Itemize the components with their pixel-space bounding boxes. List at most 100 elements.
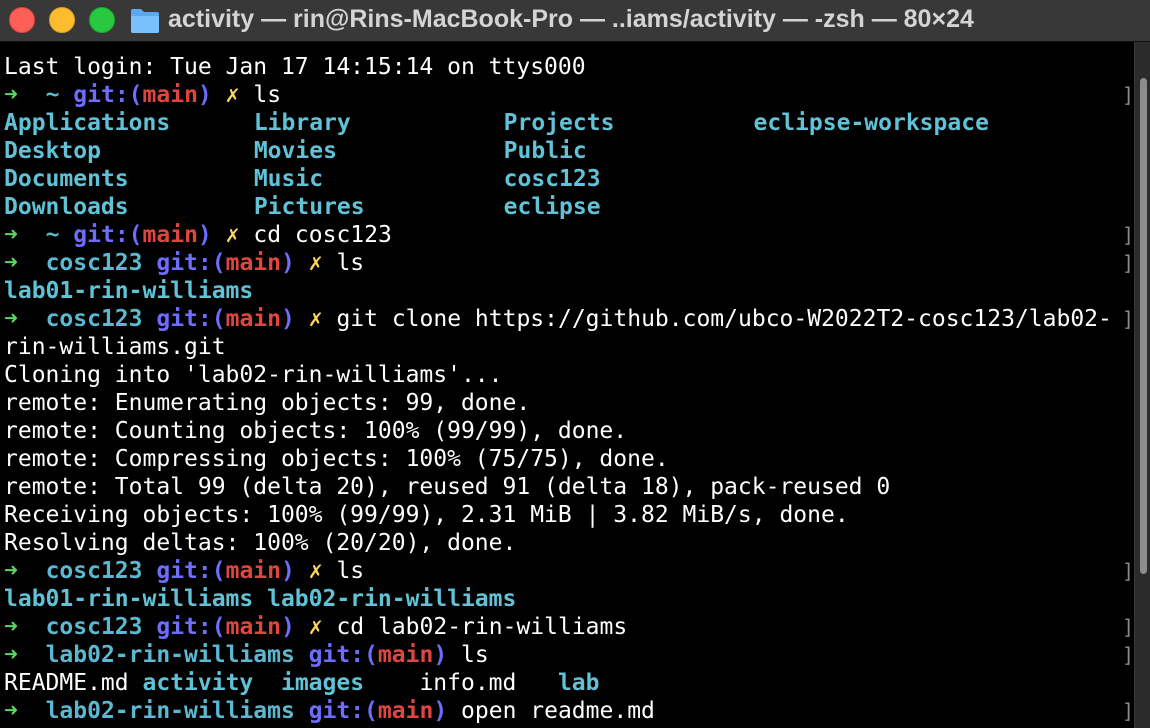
- line-marker: ]: [1122, 615, 1134, 639]
- git-branch: main: [225, 614, 281, 640]
- terminal-line: ➜ cosc123 git:(main) ✗ ls: [4, 557, 364, 585]
- listing-item: Public: [503, 138, 587, 164]
- command-text: cd cosc123: [253, 222, 392, 248]
- command-text: git clone https://github.com/ubco-W2022T…: [336, 306, 1112, 332]
- prompt-arrow-icon: ➜: [4, 614, 18, 640]
- prompt-directory: cosc123: [45, 558, 143, 584]
- terminal-line: lab01-rin-williams lab02-rin-williams: [4, 585, 516, 613]
- prompt-arrow-icon: ➜: [4, 306, 18, 332]
- prompt-arrow-icon: ➜: [4, 558, 18, 584]
- git-label: git:(: [156, 614, 226, 640]
- output-text: Cloning into 'lab02-rin-williams'...: [4, 362, 503, 388]
- listing-item: Applications: [4, 110, 171, 136]
- prompt-directory: ~: [45, 222, 60, 248]
- git-label: git:(: [308, 642, 378, 668]
- prompt-arrow-icon: ➜: [4, 250, 18, 276]
- git-branch: main: [225, 558, 281, 584]
- listing-item: Library: [253, 110, 351, 136]
- terminal-line: ➜ cosc123 git:(main) ✗ ls: [4, 249, 364, 277]
- git-branch: main: [142, 82, 198, 108]
- git-label-end: ): [197, 82, 212, 108]
- scrollbar-thumb[interactable]: [1140, 78, 1147, 574]
- listing-item: Documents: [4, 166, 129, 192]
- listing-item: Projects: [503, 110, 615, 136]
- terminal-line: Cloning into 'lab02-rin-williams'...: [4, 361, 503, 389]
- output-text: remote: Total 99 (delta 20), reused 91 (…: [4, 474, 891, 500]
- terminal-line: ➜ ~ git:(main) ✗ cd cosc123: [4, 221, 392, 249]
- git-label-end: ): [281, 558, 295, 584]
- terminal-line: Resolving deltas: 100% (20/20), done.: [4, 529, 516, 557]
- title-bar: activity — rin@Rins-MacBook-Pro — ..iams…: [0, 0, 1150, 42]
- output-text: info.md: [364, 670, 558, 696]
- maximize-button[interactable]: [89, 7, 115, 33]
- dirty-marker-icon: ✗: [308, 558, 323, 584]
- terminal-line: ➜ lab02-rin-williams git:(main) ls: [4, 641, 489, 669]
- line-marker: ]: [1122, 83, 1134, 107]
- command-text: ls: [253, 82, 282, 108]
- git-branch: main: [377, 698, 434, 724]
- directory-listing: lab01-rin-williams: [4, 278, 254, 304]
- listing-item: Movies: [253, 138, 337, 164]
- line-marker: ]: [1122, 699, 1134, 723]
- line-marker: ]: [1122, 223, 1134, 247]
- terminal-line: lab01-rin-williams: [4, 277, 253, 305]
- terminal-line: README.md activity images info.md lab: [4, 669, 599, 697]
- terminal-line: Receiving objects: 100% (99/99), 2.31 Mi…: [4, 501, 849, 529]
- directory-listing: lab01-rin-williams lab02-rin-williams: [4, 586, 517, 612]
- minimize-button[interactable]: [49, 7, 75, 33]
- git-branch: main: [377, 642, 434, 668]
- prompt-arrow-icon: ➜: [4, 82, 18, 108]
- prompt-directory: lab02-rin-williams: [45, 642, 295, 668]
- terminal-line: remote: Compressing objects: 100% (75/75…: [4, 445, 669, 473]
- git-label: git:(: [156, 558, 226, 584]
- prompt-arrow-icon: ➜: [4, 698, 18, 724]
- prompt-directory: ~: [45, 82, 60, 108]
- listing-item: Desktop: [4, 138, 101, 164]
- git-label-end: ): [281, 614, 295, 640]
- output-text: remote: Enumerating objects: 99, done.: [4, 390, 531, 416]
- git-branch: main: [142, 222, 198, 248]
- git-label-end: ): [433, 698, 448, 724]
- terminal-line: remote: Enumerating objects: 99, done.: [4, 389, 530, 417]
- git-label-end: ): [197, 222, 212, 248]
- listing-item: Music: [253, 166, 324, 192]
- dirty-marker-icon: ✗: [308, 306, 323, 332]
- output-text: README.md: [4, 670, 143, 696]
- dirty-marker-icon: ✗: [225, 82, 240, 108]
- prompt-directory: cosc123: [45, 306, 143, 332]
- git-label: git:(: [156, 306, 226, 332]
- command-text: ls: [336, 250, 365, 276]
- prompt-directory: cosc123: [45, 614, 143, 640]
- line-marker: ]: [1122, 559, 1134, 583]
- scrollbar[interactable]: [1134, 42, 1150, 728]
- git-branch: main: [225, 250, 281, 276]
- prompt-directory: lab02-rin-williams: [45, 698, 295, 724]
- git-branch: main: [225, 306, 281, 332]
- dirty-marker-icon: ✗: [225, 222, 240, 248]
- close-button[interactable]: [9, 7, 35, 33]
- terminal-line: ➜ cosc123 git:(main) ✗ git clone https:/…: [4, 305, 1112, 333]
- git-label-end: ): [281, 306, 295, 332]
- listing-item: Downloads: [4, 194, 129, 220]
- listing-item: eclipse-workspace: [753, 110, 989, 136]
- dirty-marker-icon: ✗: [308, 614, 323, 640]
- output-text: Last login: Tue Jan 17 14:15:14 on ttys0…: [4, 54, 586, 80]
- listing-item: images: [280, 670, 365, 696]
- output-text: rin-williams.git: [4, 334, 226, 360]
- terminal-output[interactable]: Last login: Tue Jan 17 14:15:14 on ttys0…: [0, 52, 1134, 728]
- dirty-marker-icon: ✗: [308, 250, 323, 276]
- terminal-line: ➜ lab02-rin-williams git:(main) open rea…: [4, 697, 655, 725]
- terminal-line: rin-williams.git: [4, 333, 226, 361]
- git-label: git:(: [73, 222, 143, 248]
- output-text: Resolving deltas: 100% (20/20), done.: [4, 530, 517, 556]
- command-text: open readme.md: [461, 698, 655, 724]
- git-label: git:(: [308, 698, 378, 724]
- prompt-directory: cosc123: [45, 250, 143, 276]
- line-marker: ]: [1122, 307, 1134, 331]
- line-marker: ]: [1122, 251, 1134, 275]
- command-text: ls: [336, 558, 365, 584]
- listing-item: eclipse: [503, 194, 601, 220]
- listing-item: cosc123: [503, 166, 601, 192]
- terminal-line: remote: Counting objects: 100% (99/99), …: [4, 417, 627, 445]
